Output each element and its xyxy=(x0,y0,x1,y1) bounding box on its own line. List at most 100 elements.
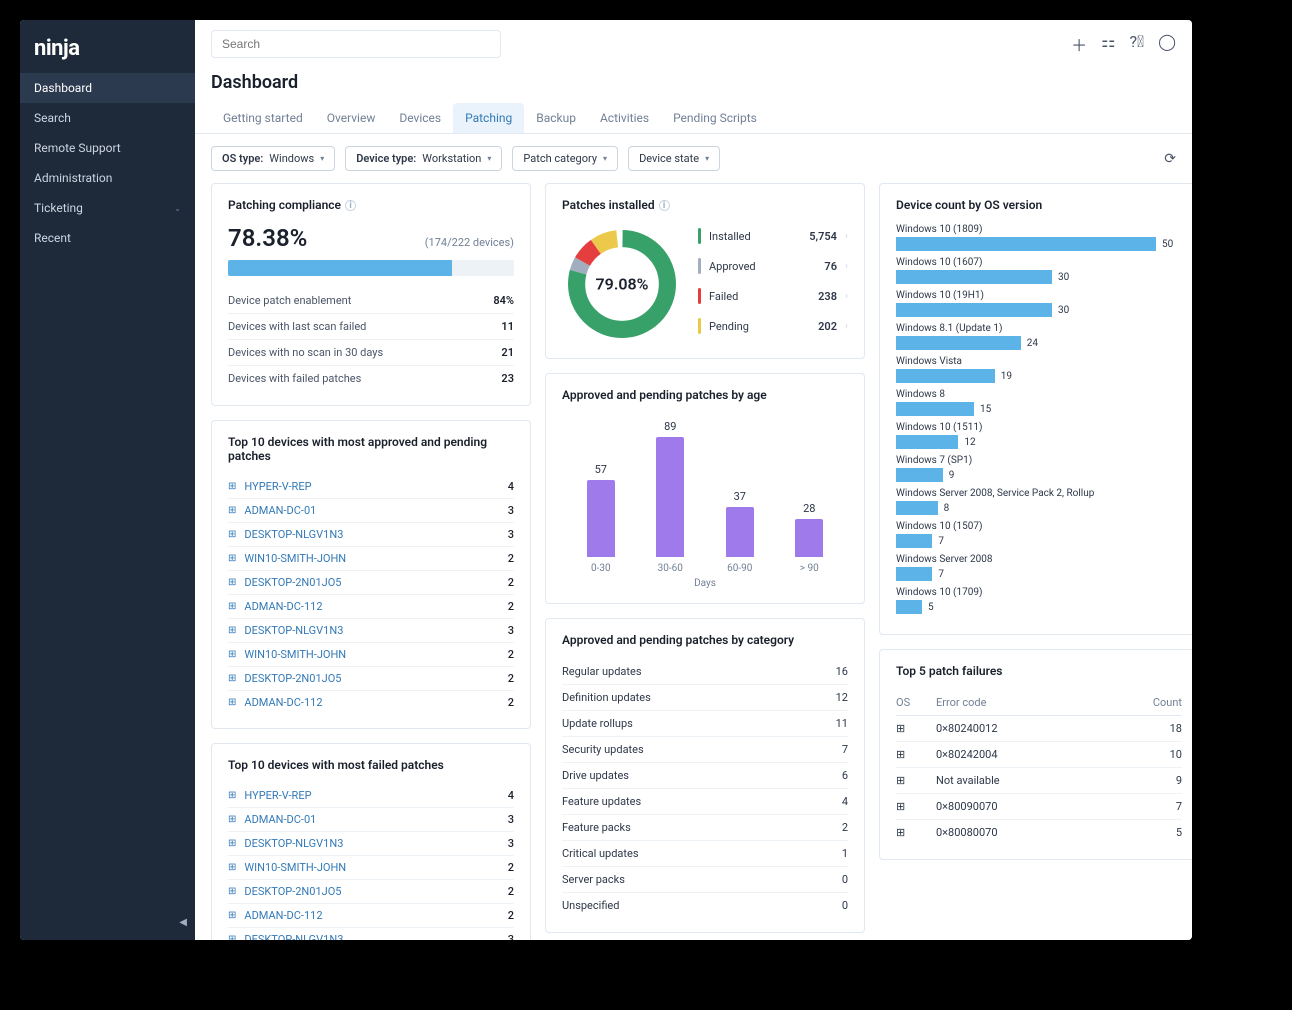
device-row[interactable]: ⊞ADMAN-DC-1122 xyxy=(228,690,514,714)
sidebar-item-administration[interactable]: Administration xyxy=(20,163,195,193)
windows-icon: ⊞ xyxy=(228,862,236,873)
windows-icon: ⊞ xyxy=(228,886,236,897)
tab-patching[interactable]: Patching xyxy=(453,103,524,133)
legend-row-pending[interactable]: Pending202› xyxy=(698,314,848,338)
category-row: Update rollups11 xyxy=(562,710,848,736)
device-row[interactable]: ⊞DESKTOP-NLGV1N33 xyxy=(228,618,514,642)
tabs: Getting startedOverviewDevicesPatchingBa… xyxy=(195,93,1192,134)
col-header-os: OS xyxy=(896,696,936,709)
windows-icon: ⊞ xyxy=(228,790,236,801)
device-row[interactable]: ⊞HYPER-V-REP4 xyxy=(228,475,514,498)
windows-icon: ⊞ xyxy=(228,577,236,588)
tab-getting-started[interactable]: Getting started xyxy=(211,103,315,133)
device-row[interactable]: ⊞ADMAN-DC-1122 xyxy=(228,903,514,927)
filter-ostype[interactable]: OS type: Windows ▾ xyxy=(211,146,335,171)
device-row[interactable]: ⊞ADMAN-DC-1122 xyxy=(228,594,514,618)
compliance-progress xyxy=(228,260,514,276)
legend-row-failed[interactable]: Failed238› xyxy=(698,284,848,308)
card-title: Approved and pending patches by category xyxy=(562,633,848,647)
category-row: Critical updates1 xyxy=(562,840,848,866)
osver-row: Windows 10 (1507)7 xyxy=(896,521,1182,548)
windows-icon: ⊞ xyxy=(896,722,936,735)
col-header-count: Count xyxy=(1132,696,1182,709)
device-row[interactable]: ⊞DESKTOP-NLGV1N33 xyxy=(228,927,514,940)
windows-icon: ⊞ xyxy=(228,934,236,940)
osver-row: Windows Vista19 xyxy=(896,356,1182,383)
col-header-error: Error code xyxy=(936,696,1132,709)
top-patch-failures-card: Top 5 patch failures OS Error code Count… xyxy=(879,649,1192,860)
windows-icon: ⊞ xyxy=(228,625,236,636)
device-row[interactable]: ⊞DESKTOP-NLGV1N33 xyxy=(228,522,514,546)
device-row[interactable]: ⊞ADMAN-DC-013 xyxy=(228,498,514,522)
card-title: Patching compliance xyxy=(228,198,341,212)
bar-column: 570-30 xyxy=(573,463,629,574)
tab-devices[interactable]: Devices xyxy=(387,103,453,133)
user-icon[interactable]: ◯ xyxy=(1158,32,1176,56)
category-row: Regular updates16 xyxy=(562,659,848,684)
device-row[interactable]: ⊞WIN10-SMITH-JOHN2 xyxy=(228,855,514,879)
stat-row: Devices with no scan in 30 days21 xyxy=(228,339,514,365)
sidebar: ninja DashboardSearchRemote SupportAdmin… xyxy=(20,20,195,940)
top-failed-devices-card: Top 10 devices with most failed patches … xyxy=(211,743,531,940)
info-icon[interactable]: i xyxy=(659,200,670,211)
patches-by-age-card: Approved and pending patches by age 570-… xyxy=(545,373,865,604)
add-icon[interactable]: ＋ xyxy=(1071,32,1087,56)
osver-row: Windows 10 (1511)12 xyxy=(896,422,1182,449)
failure-row: ⊞Not available9 xyxy=(896,767,1182,793)
osver-row: Windows 815 xyxy=(896,389,1182,416)
topbar: ＋ ⚏ ?⃝ ◯ xyxy=(195,20,1192,68)
device-row[interactable]: ⊞WIN10-SMITH-JOHN2 xyxy=(228,642,514,666)
windows-icon: ⊞ xyxy=(228,814,236,825)
tab-activities[interactable]: Activities xyxy=(588,103,661,133)
sidebar-item-dashboard[interactable]: Dashboard xyxy=(20,73,195,103)
info-icon[interactable]: i xyxy=(345,200,356,211)
bar-column: 28> 90 xyxy=(781,502,837,574)
help-icon[interactable]: ?⃝ xyxy=(1129,32,1144,56)
device-row[interactable]: ⊞DESKTOP-2N01JO52 xyxy=(228,879,514,903)
legend-row-approved[interactable]: Approved76› xyxy=(698,254,848,278)
device-row[interactable]: ⊞DESKTOP-2N01JO52 xyxy=(228,570,514,594)
tab-pending-scripts[interactable]: Pending Scripts xyxy=(661,103,769,133)
filter-patchcategory[interactable]: Patch category ▾ xyxy=(512,146,618,171)
collapse-sidebar-icon[interactable]: ◀ xyxy=(179,917,187,928)
card-title: Approved and pending patches by age xyxy=(562,388,848,402)
windows-icon: ⊞ xyxy=(228,910,236,921)
sidebar-item-search[interactable]: Search xyxy=(20,103,195,133)
device-row[interactable]: ⊞HYPER-V-REP4 xyxy=(228,784,514,807)
chevron-right-icon: › xyxy=(845,231,848,242)
chevron-right-icon: › xyxy=(845,261,848,272)
legend-row-installed[interactable]: Installed5,754› xyxy=(698,224,848,248)
search-input[interactable] xyxy=(211,30,501,58)
page-title: Dashboard xyxy=(195,68,1192,93)
stat-row: Devices with failed patches23 xyxy=(228,365,514,391)
category-row: Unspecified0 xyxy=(562,892,848,918)
apps-icon[interactable]: ⚏ xyxy=(1101,32,1115,56)
category-row: Feature packs2 xyxy=(562,814,848,840)
device-row[interactable]: ⊞ADMAN-DC-013 xyxy=(228,807,514,831)
card-title: Top 10 devices with most approved and pe… xyxy=(228,435,514,463)
chevron-down-icon: ▾ xyxy=(320,154,324,163)
windows-icon: ⊞ xyxy=(228,838,236,849)
windows-icon: ⊞ xyxy=(896,826,936,839)
age-bar-chart: 570-308930-603760-9028> 90 xyxy=(562,414,848,574)
chevron-down-icon: ▾ xyxy=(487,154,491,163)
device-row[interactable]: ⊞DESKTOP-NLGV1N33 xyxy=(228,831,514,855)
tab-overview[interactable]: Overview xyxy=(315,103,388,133)
filter-devicestate[interactable]: Device state ▾ xyxy=(628,146,720,171)
sidebar-item-remote-support[interactable]: Remote Support xyxy=(20,133,195,163)
refresh-icon[interactable]: ⟳ xyxy=(1164,151,1176,167)
stat-row: Devices with last scan failed11 xyxy=(228,313,514,339)
device-row[interactable]: ⊞DESKTOP-2N01JO52 xyxy=(228,666,514,690)
sidebar-item-ticketing[interactable]: Ticketing⌄ xyxy=(20,193,195,223)
failure-row: ⊞0×8024001218 xyxy=(896,716,1182,741)
windows-icon: ⊞ xyxy=(228,505,236,516)
windows-icon: ⊞ xyxy=(896,800,936,813)
osver-row: Windows 10 (1709)5 xyxy=(896,587,1182,614)
compliance-sub: (174/222 devices) xyxy=(425,236,514,249)
sidebar-item-recent[interactable]: Recent xyxy=(20,223,195,253)
osver-row: Windows 10 (1607)30 xyxy=(896,257,1182,284)
tab-backup[interactable]: Backup xyxy=(524,103,588,133)
filter-devicetype[interactable]: Device type: Workstation ▾ xyxy=(345,146,502,171)
device-row[interactable]: ⊞WIN10-SMITH-JOHN2 xyxy=(228,546,514,570)
windows-icon: ⊞ xyxy=(228,697,236,708)
